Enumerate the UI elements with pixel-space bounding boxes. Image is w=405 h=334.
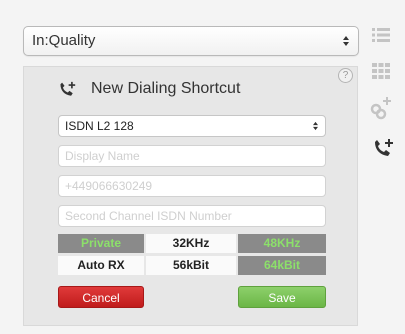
phone-add-icon — [60, 81, 76, 96]
second-channel-field[interactable] — [58, 205, 326, 227]
save-button[interactable]: Save — [238, 286, 326, 308]
quality-select-value: In:Quality — [32, 32, 96, 49]
line-type-value: ISDN L2 128 — [65, 119, 134, 133]
link-add-icon[interactable] — [370, 96, 392, 120]
line-type-select[interactable]: ISDN L2 128 — [58, 115, 326, 137]
option-auto-rx[interactable]: Auto RX — [58, 256, 144, 275]
option-private[interactable]: Private — [58, 234, 144, 253]
option-32khz[interactable]: 32KHz — [146, 234, 236, 253]
display-name-field[interactable] — [58, 145, 326, 167]
quality-select[interactable]: In:Quality — [23, 26, 359, 56]
phone-add-icon[interactable] — [372, 138, 394, 160]
cancel-button[interactable]: Cancel — [58, 286, 144, 308]
option-64kbit[interactable]: 64kBit — [238, 256, 326, 275]
select-arrows-icon — [343, 36, 349, 46]
help-button[interactable]: ? — [338, 68, 353, 83]
option-56kbit[interactable]: 56kBit — [146, 256, 236, 275]
phone-number-field[interactable] — [58, 175, 326, 197]
option-48khz[interactable]: 48KHz — [238, 234, 326, 253]
panel-title: New Dialing Shortcut — [91, 80, 241, 97]
select-arrows-icon — [313, 121, 318, 131]
list-icon[interactable] — [372, 27, 390, 43]
grid-icon[interactable] — [372, 63, 390, 79]
